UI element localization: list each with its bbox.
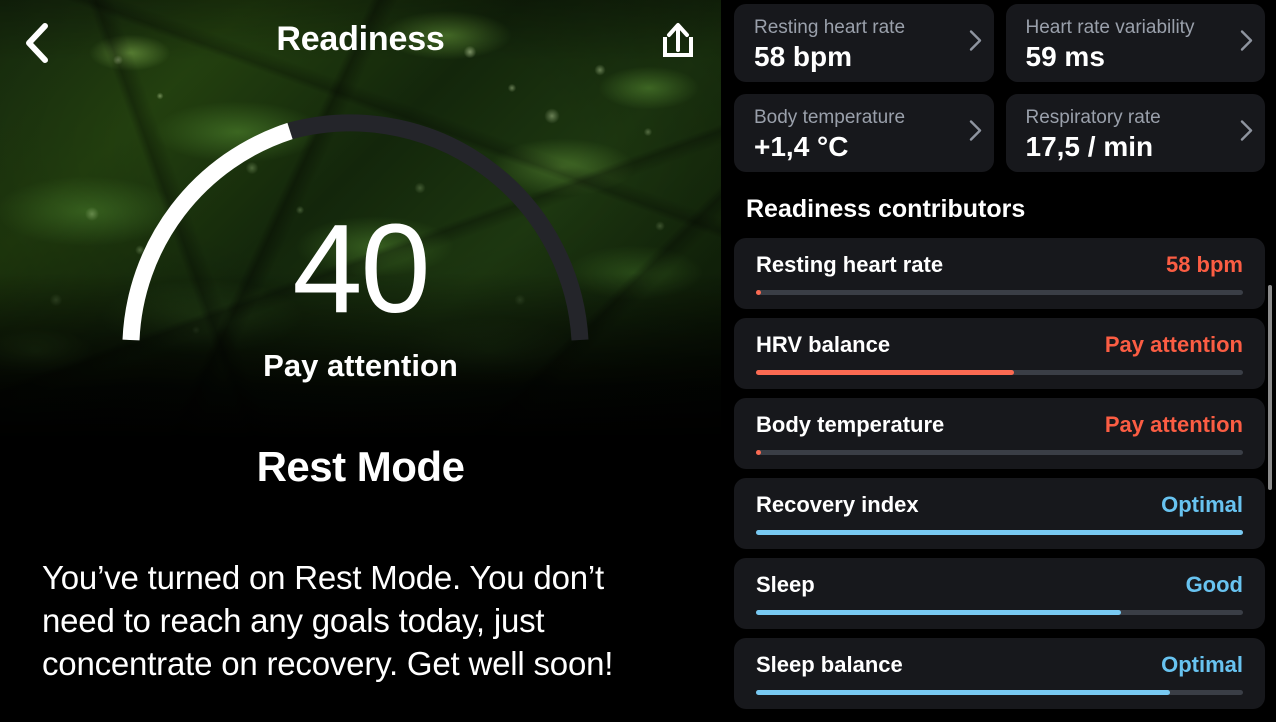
- contributor-value: Pay attention: [1104, 412, 1243, 437]
- metric-label: Resting heart rate: [754, 17, 906, 38]
- chevron-right-icon: [1240, 120, 1253, 147]
- top-bar: Readiness: [0, 0, 721, 86]
- page-title: Readiness: [276, 20, 445, 58]
- contributor-row-sleep[interactable]: Sleep Good: [734, 558, 1265, 629]
- contributor-progress-fill: [756, 690, 1170, 695]
- contributor-progress-fill: [756, 290, 761, 295]
- metric-label: Body temperature: [754, 107, 906, 128]
- contributors-heading: Readiness contributors: [746, 195, 1026, 223]
- metric-card-body-temperature[interactable]: Body temperature +1,4 °C: [734, 94, 994, 172]
- contributor-progress-fill: [756, 450, 761, 455]
- contributor-name: Body temperature: [756, 412, 945, 437]
- metric-card-resting-heart-rate[interactable]: Resting heart rate 58 bpm: [734, 4, 994, 82]
- chevron-right-icon: [969, 30, 982, 57]
- contributor-name: Recovery index: [756, 492, 919, 517]
- metric-value: +1,4 °C: [754, 131, 849, 162]
- metric-card-heart-rate-variability[interactable]: Heart rate variability 59 ms: [1005, 4, 1265, 82]
- contributor-progress-track: [756, 290, 1243, 295]
- metric-value: 58 bpm: [754, 41, 853, 72]
- contributor-progress-track: [756, 530, 1243, 535]
- readiness-summary-pane: 40 Pay attention Readiness Rest Mode You…: [0, 0, 721, 722]
- share-upload-icon: [663, 23, 693, 57]
- contributor-value: Optimal: [1161, 652, 1243, 677]
- contributor-value: Good: [1185, 572, 1243, 597]
- readiness-details-pane: Resting heart rate 58 bpm Heart rate var…: [721, 0, 1276, 722]
- contributor-row-recovery-index[interactable]: Recovery index Optimal: [734, 478, 1265, 549]
- contributor-progress-fill: [756, 610, 1122, 615]
- chevron-right-icon: [969, 120, 982, 147]
- rest-mode-title: Rest Mode: [256, 443, 465, 490]
- chevron-right-icon: [1240, 30, 1253, 57]
- vertical-scrollbar[interactable]: [1268, 285, 1272, 490]
- metric-label: Heart rate variability: [1025, 17, 1195, 38]
- metric-cards-grid: Resting heart rate 58 bpm Heart rate var…: [721, 0, 1276, 172]
- contributor-progress-track: [756, 690, 1243, 695]
- contributor-name: Sleep balance: [756, 652, 903, 677]
- contributor-row-resting-heart-rate[interactable]: Resting heart rate 58 bpm: [734, 238, 1265, 309]
- contributor-progress-track: [756, 610, 1243, 615]
- contributor-name: Resting heart rate: [756, 252, 944, 277]
- contributor-progress-fill: [756, 370, 1015, 375]
- readiness-score-state: Pay attention: [263, 348, 458, 383]
- contributor-progress-track: [756, 450, 1243, 455]
- metric-value: 17,5 / min: [1025, 131, 1154, 162]
- contributor-row-hrv-balance[interactable]: HRV balance Pay attention: [734, 318, 1265, 389]
- contributor-row-sleep-balance[interactable]: Sleep balance Optimal: [734, 638, 1265, 709]
- contributor-row-body-temperature[interactable]: Body temperature Pay attention: [734, 398, 1265, 469]
- contributors-list: Resting heart rate 58 bpm HRV balance Pa…: [721, 238, 1276, 709]
- metric-value: 59 ms: [1025, 41, 1105, 72]
- share-button[interactable]: [649, 12, 707, 70]
- contributor-progress-fill: [756, 530, 1243, 535]
- contributor-value: 58 bpm: [1165, 252, 1243, 277]
- metric-label: Respiratory rate: [1025, 107, 1161, 128]
- contributor-name: HRV balance: [756, 332, 891, 357]
- metric-card-respiratory-rate[interactable]: Respiratory rate 17,5 / min: [1005, 94, 1265, 172]
- rest-mode-body: You’ve turned on Rest Mode. You don’t ne…: [42, 559, 614, 683]
- contributor-value: Optimal: [1161, 492, 1243, 517]
- readiness-score: 40: [292, 198, 430, 339]
- contributor-progress-track: [756, 370, 1243, 375]
- contributor-name: Sleep: [756, 572, 815, 597]
- readiness-screen: 40 Pay attention Readiness Rest Mode You…: [0, 0, 1276, 722]
- contributor-value: Pay attention: [1104, 332, 1243, 357]
